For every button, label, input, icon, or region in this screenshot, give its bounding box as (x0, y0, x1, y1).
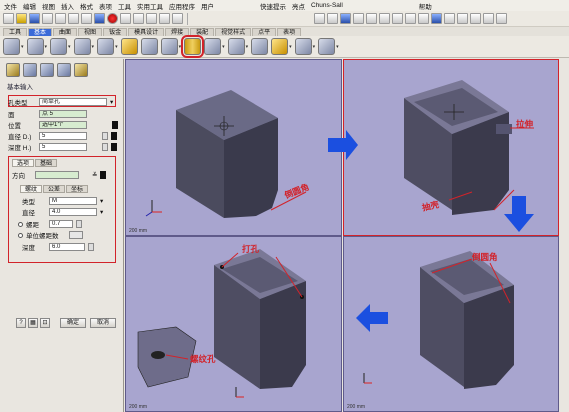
app-window: 文件 编辑 视图 插入 格式 表项 工具 实用工具 应用程序 用户 快速提示 亮… (0, 0, 569, 412)
flow-arrows (328, 130, 534, 332)
arrow-left-icon (356, 304, 388, 332)
arrow-down-icon (504, 196, 534, 232)
arrow-right-icon (328, 130, 358, 160)
